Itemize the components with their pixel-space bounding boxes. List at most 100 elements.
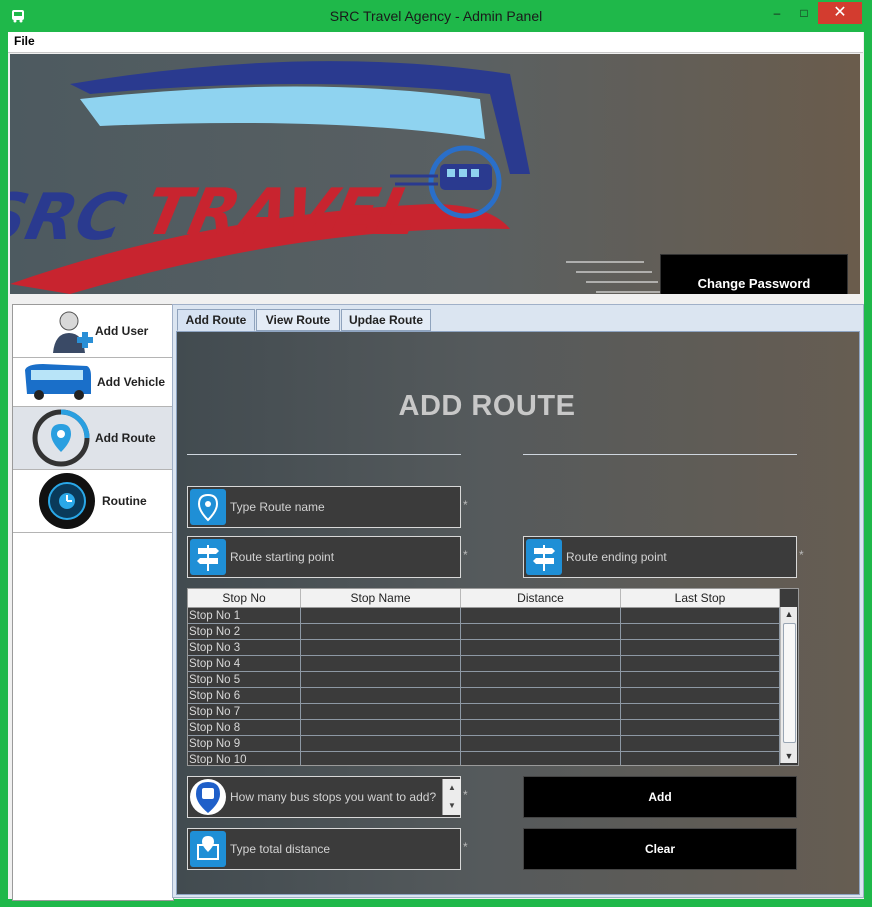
map-icon [190,831,226,867]
sidebar-item-routine[interactable]: Routine [13,470,173,533]
table-cell[interactable] [621,752,780,765]
route-start-field[interactable]: Route starting point [187,536,461,578]
stop-no-cell[interactable]: Stop No 2 [188,624,301,640]
table-header: Stop No Stop Name Distance Last Stop [188,589,780,608]
stops-table[interactable]: Stop No Stop Name Distance Last Stop Sto… [187,588,799,766]
column-header[interactable]: Stop No [188,589,301,607]
table-cell[interactable] [301,720,461,736]
change-password-button[interactable]: Change Password [660,254,848,294]
route-name-field[interactable]: Type Route name [187,486,461,528]
stop-no-cell[interactable]: Stop No 3 [188,640,301,656]
column-header[interactable]: Distance [461,589,621,607]
table-cell[interactable] [621,608,780,624]
close-button[interactable]: ✕ [818,2,862,24]
table-row[interactable]: Stop No 9 [188,736,780,752]
required-mark: * [463,498,468,512]
app-window: SRC Travel Agency - Admin Panel ‒ □ ✕ Fi… [0,0,872,907]
add-button[interactable]: Add [523,776,797,818]
spin-up-icon[interactable]: ▲ [443,779,461,797]
table-cell[interactable] [621,704,780,720]
spin-down-icon[interactable]: ▼ [443,797,461,815]
route-start-placeholder: Route starting point [230,550,335,564]
table-row[interactable]: Stop No 5 [188,672,780,688]
table-cell[interactable] [621,688,780,704]
table-cell[interactable] [461,608,621,624]
table-cell[interactable] [621,672,780,688]
table-cell[interactable] [461,752,621,765]
scroll-thumb[interactable] [783,623,796,743]
map-pins-icon [190,489,226,525]
column-header[interactable]: Last Stop [621,589,780,607]
table-row[interactable]: Stop No 3 [188,640,780,656]
table-cell[interactable] [461,736,621,752]
table-cell[interactable] [301,752,461,765]
clear-button[interactable]: Clear [523,828,797,870]
bus-stop-icon [190,779,226,815]
tab-view-route[interactable]: View Route [256,309,340,331]
table-row[interactable]: Stop No 8 [188,720,780,736]
table-row[interactable]: Stop No 10 [188,752,780,765]
table-cell[interactable] [301,736,461,752]
menu-file[interactable]: File [14,34,35,48]
table-cell[interactable] [461,672,621,688]
table-cell[interactable] [301,656,461,672]
svg-text:SRC: SRC [10,181,131,255]
table-cell[interactable] [621,736,780,752]
table-row[interactable]: Stop No 4 [188,656,780,672]
table-scrollbar[interactable]: ▲ ▼ [780,607,797,763]
table-cell[interactable] [461,688,621,704]
table-cell[interactable] [461,656,621,672]
title-bar[interactable]: SRC Travel Agency - Admin Panel ‒ □ ✕ [0,0,872,32]
table-cell[interactable] [621,720,780,736]
banner: SRC TRAVEL Change Password [10,54,860,294]
stop-no-cell[interactable]: Stop No 5 [188,672,301,688]
stop-no-cell[interactable]: Stop No 7 [188,704,301,720]
scroll-down-icon[interactable]: ▼ [781,749,797,763]
stop-no-cell[interactable]: Stop No 8 [188,720,301,736]
route-end-field[interactable]: Route ending point [523,536,797,578]
stop-no-cell[interactable]: Stop No 10 [188,752,301,765]
menu-bar: File [8,32,863,53]
table-cell[interactable] [461,624,621,640]
tab-update-route[interactable]: Updae Route [341,309,431,331]
stop-no-cell[interactable]: Stop No 6 [188,688,301,704]
minimize-button[interactable]: ‒ [766,2,788,24]
maximize-button[interactable]: □ [793,2,815,24]
table-cell[interactable] [301,624,461,640]
table-row[interactable]: Stop No 1 [188,608,780,624]
table-row[interactable]: Stop No 2 [188,624,780,640]
required-mark: * [799,548,804,562]
scroll-up-icon[interactable]: ▲ [781,607,797,621]
bus-stops-spinner[interactable]: ▲ ▼ [442,779,461,815]
sidebar-item-label: Add Vehicle [97,375,166,389]
sidebar-item-add-user[interactable]: Add User [13,305,173,358]
table-cell[interactable] [301,640,461,656]
route-end-placeholder: Route ending point [566,550,667,564]
tab-add-route[interactable]: Add Route [177,309,255,331]
table-cell[interactable] [461,720,621,736]
svg-text:TRAVEL: TRAVEL [138,176,426,250]
bus-stops-count-field[interactable]: How many bus stops you want to add? ▲ ▼ [187,776,461,818]
table-cell[interactable] [461,704,621,720]
column-header[interactable]: Stop Name [301,589,461,607]
sidebar-item-add-route[interactable]: Add Route [13,407,173,470]
stop-no-cell[interactable]: Stop No 1 [188,608,301,624]
required-mark: * [463,788,468,802]
sidebar-item-add-vehicle[interactable]: Add Vehicle [13,358,173,407]
route-name-placeholder: Type Route name [230,500,325,514]
table-cell[interactable] [301,704,461,720]
stop-no-cell[interactable]: Stop No 9 [188,736,301,752]
total-distance-field[interactable]: Type total distance [187,828,461,870]
stop-no-cell[interactable]: Stop No 4 [188,656,301,672]
table-cell[interactable] [621,624,780,640]
table-cell[interactable] [461,640,621,656]
table-row[interactable]: Stop No 7 [188,704,780,720]
signpost-icon [190,539,226,575]
table-cell[interactable] [301,608,461,624]
table-cell[interactable] [621,656,780,672]
table-row[interactable]: Stop No 6 [188,688,780,704]
table-cell[interactable] [301,672,461,688]
clock-icon [39,473,95,529]
table-cell[interactable] [621,640,780,656]
table-cell[interactable] [301,688,461,704]
